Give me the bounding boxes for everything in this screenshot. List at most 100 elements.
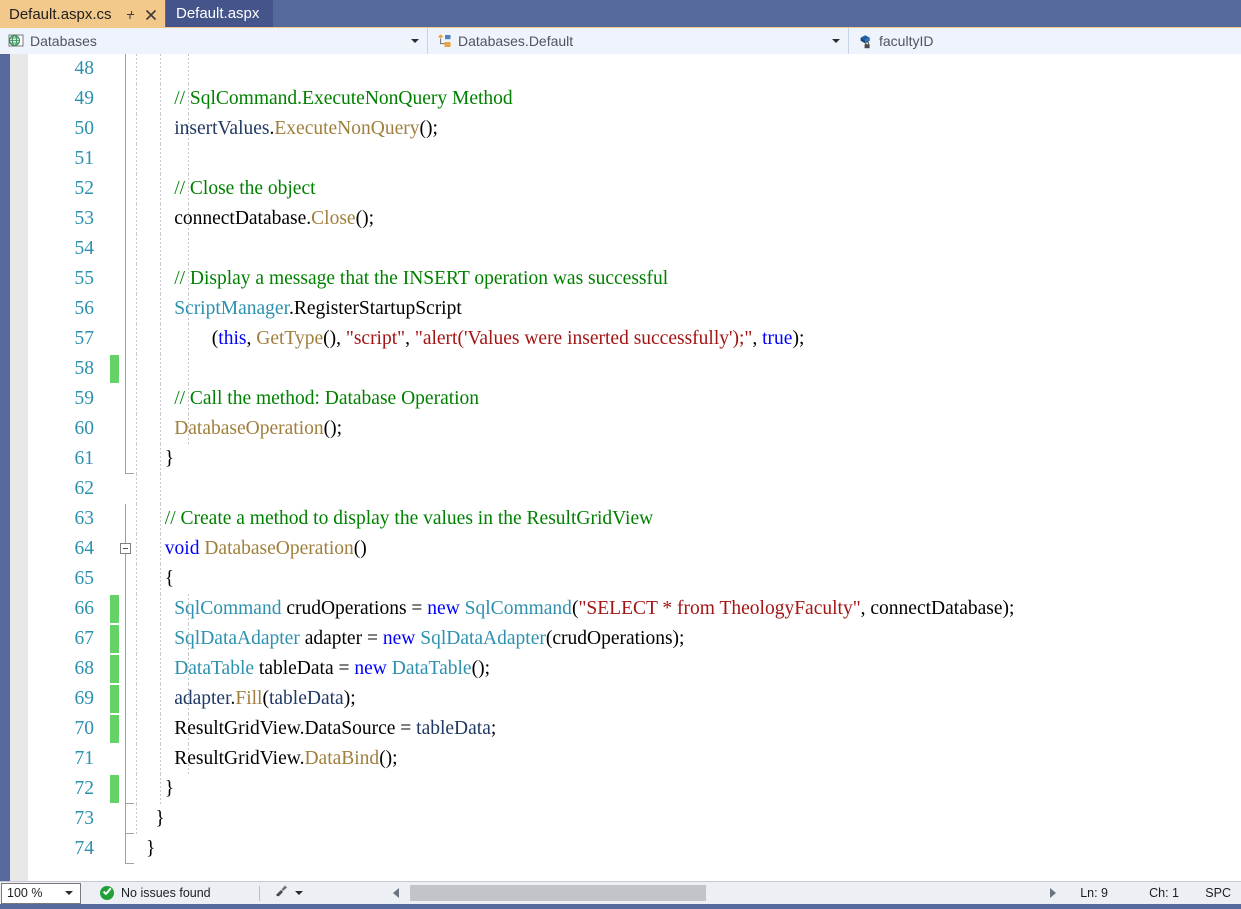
tab-default-aspx-cs[interactable]: Default.aspx.cs <box>0 0 165 27</box>
code-line[interactable]: 58 <box>28 354 1241 384</box>
close-icon[interactable] <box>141 5 161 24</box>
code-token: = <box>400 718 417 739</box>
chevron-down-icon[interactable] <box>65 891 73 895</box>
code-line-text: // Display a message that the INSERT ope… <box>174 264 668 294</box>
chevron-down-icon[interactable] <box>294 891 303 895</box>
code-line-text: // Close the object <box>174 174 315 204</box>
line-number: 72 <box>74 778 95 799</box>
code-line[interactable]: 74} <box>28 834 1241 864</box>
code-line[interactable]: 61} <box>28 444 1241 474</box>
visual-studio-editor-window: Default.aspx.cs Default.aspx Databases D… <box>0 0 1241 909</box>
project-dropdown-value: Databases <box>30 33 97 49</box>
indent-guide <box>136 414 137 444</box>
code-line[interactable]: 49 // SqlCommand.ExecuteNonQuery Method <box>28 84 1241 114</box>
outlining-margin-line <box>125 264 126 294</box>
outlining-margin-line <box>125 714 126 744</box>
scroll-right-arrow-icon[interactable] <box>1050 888 1056 898</box>
selection-margin[interactable] <box>10 54 28 881</box>
code-line-text: } <box>146 834 155 864</box>
code-line[interactable]: 63 // Create a method to display the valu… <box>28 504 1241 534</box>
brush-icon <box>274 883 289 903</box>
brush-dropdown[interactable] <box>274 883 303 903</box>
indent-guide <box>136 264 137 294</box>
indent-guide <box>136 234 137 264</box>
tab-label: Default.aspx <box>176 5 260 22</box>
indent-guide <box>136 744 137 774</box>
outlining-margin-line <box>125 384 126 414</box>
indent-guide <box>160 264 161 294</box>
scrollbar-thumb[interactable] <box>410 885 706 901</box>
indent-guide <box>136 804 137 834</box>
line-number: 52 <box>74 178 95 199</box>
outlining-margin-line <box>125 774 126 804</box>
code-line[interactable]: 52 // Close the object <box>28 174 1241 204</box>
line-number: 73 <box>74 808 95 829</box>
outlining-margin-line <box>125 444 126 474</box>
code-token: DataBind <box>304 748 380 769</box>
outlining-margin-line <box>125 354 126 384</box>
code-token: tableData <box>268 688 344 709</box>
code-line[interactable]: 62 <box>28 474 1241 504</box>
pin-icon[interactable] <box>121 5 140 24</box>
code-token: = <box>366 628 383 649</box>
outlining-margin-line <box>125 294 126 324</box>
indent-guide <box>160 654 161 684</box>
line-number: 65 <box>74 568 95 589</box>
code-line[interactable]: 53 connectDatabase.Close(); <box>28 204 1241 234</box>
code-line[interactable]: 54 <box>28 234 1241 264</box>
indent-guide <box>188 324 189 354</box>
code-token: Fill <box>235 688 263 709</box>
collapse-outline-toggle[interactable] <box>120 543 131 554</box>
indent-guide <box>160 684 161 714</box>
code-line-text: SqlDataAdapter adapter = new SqlDataAdap… <box>174 624 684 654</box>
line-number: 66 <box>74 598 95 619</box>
outlining-margin-line <box>125 414 126 444</box>
code-line[interactable]: 70 ResultGridView.DataSource = tableData; <box>28 714 1241 744</box>
tab-default-aspx[interactable]: Default.aspx <box>166 0 274 27</box>
chevron-down-icon[interactable] <box>411 39 419 43</box>
code-line[interactable]: 68 DataTable tableData = new DataTable(); <box>28 654 1241 684</box>
code-line[interactable]: 64 void DatabaseOperation() <box>28 534 1241 564</box>
code-line-text: } <box>165 444 174 474</box>
scroll-left-arrow-icon[interactable] <box>393 888 399 898</box>
code-line[interactable]: 60 DatabaseOperation(); <box>28 414 1241 444</box>
code-line[interactable]: 57 (this, GetType(), "script", "alert('Va… <box>28 324 1241 354</box>
code-line[interactable]: 69 adapter.Fill(tableData); <box>28 684 1241 714</box>
code-line[interactable]: 51 <box>28 144 1241 174</box>
code-token: DatabaseOperation <box>204 538 354 559</box>
code-line-text: ResultGridView.DataSource = tableData; <box>174 714 496 744</box>
code-line[interactable]: 65 { <box>28 564 1241 594</box>
code-line[interactable]: 72} <box>28 774 1241 804</box>
code-line[interactable]: 66 SqlCommand crudOperations = new SqlCom… <box>28 594 1241 624</box>
zoom-dropdown[interactable]: 100 % <box>1 882 81 904</box>
code-canvas[interactable]: 48 49 // SqlCommand.ExecuteNonQuery Method… <box>28 54 1241 881</box>
type-dropdown[interactable]: Databases.Default <box>428 28 849 54</box>
code-line[interactable]: 67 SqlDataAdapter adapter = new SqlDataAd… <box>28 624 1241 654</box>
horizontal-scrollbar[interactable] <box>388 882 1061 904</box>
change-indicator-bar <box>110 595 119 623</box>
change-indicator-bar <box>110 355 119 383</box>
code-line[interactable]: 48 <box>28 54 1241 84</box>
code-line[interactable]: 56 ScriptManager.RegisterStartupScript <box>28 294 1241 324</box>
code-line-text: SqlCommand crudOperations = new SqlComma… <box>174 594 1014 624</box>
line-number: 74 <box>74 838 95 859</box>
line-number: 67 <box>74 628 95 649</box>
code-token: new <box>354 658 387 679</box>
code-editor[interactable]: 48 49 // SqlCommand.ExecuteNonQuery Method… <box>0 54 1241 881</box>
indent-guide <box>160 204 161 234</box>
line-number: 68 <box>74 658 95 679</box>
code-line[interactable]: 73} <box>28 804 1241 834</box>
member-dropdown[interactable]: facultyID <box>849 28 1241 54</box>
chevron-down-icon[interactable] <box>832 39 840 43</box>
indent-guide <box>188 354 189 384</box>
indent-guide <box>136 54 137 84</box>
project-dropdown[interactable]: Databases <box>0 28 428 54</box>
code-line[interactable]: 71 ResultGridView.DataBind(); <box>28 744 1241 774</box>
code-line[interactable]: 55 // Display a message that the INSERT o… <box>28 264 1241 294</box>
code-token: } <box>164 448 175 469</box>
outlining-margin-line <box>125 624 126 654</box>
code-line[interactable]: 59 // Call the method: Database Operation <box>28 384 1241 414</box>
type-dropdown-value: Databases.Default <box>458 33 574 49</box>
indent-guide <box>136 84 137 114</box>
code-line[interactable]: 50 insertValues.ExecuteNonQuery(); <box>28 114 1241 144</box>
